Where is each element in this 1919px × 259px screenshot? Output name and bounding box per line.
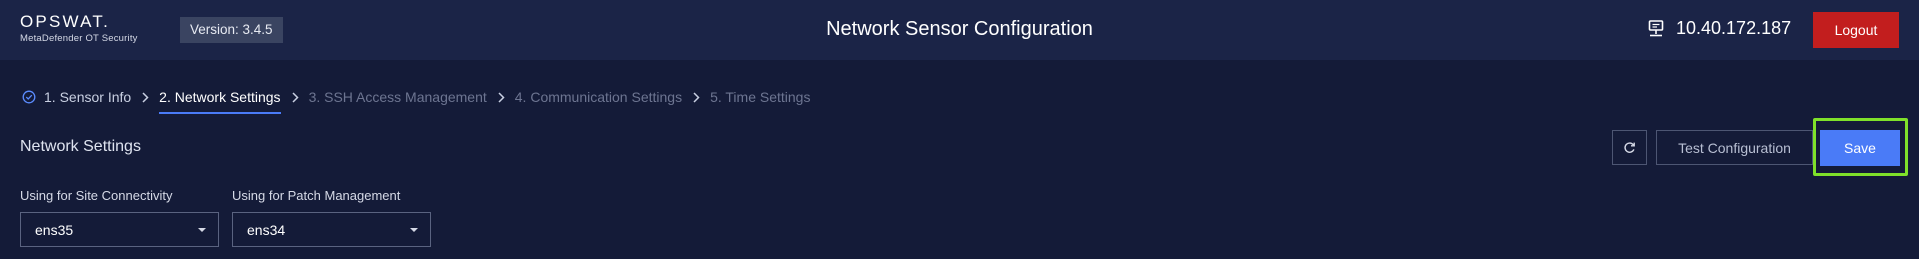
chevron-right-icon bbox=[142, 91, 149, 103]
ip-display: 10.40.172.187 bbox=[1648, 18, 1791, 39]
save-button[interactable]: Save bbox=[1820, 130, 1900, 166]
patch-management-select[interactable]: ens34 bbox=[232, 212, 431, 247]
step-time-settings[interactable]: 5. Time Settings bbox=[710, 84, 810, 110]
chevron-right-icon bbox=[292, 91, 299, 103]
step-communication-settings[interactable]: 4. Communication Settings bbox=[515, 84, 682, 110]
step-network-settings[interactable]: 2. Network Settings bbox=[159, 84, 281, 114]
select-value: ens34 bbox=[247, 221, 286, 238]
step-ssh-access-management[interactable]: 3. SSH Access Management bbox=[309, 84, 487, 110]
step-label: 3. SSH Access Management bbox=[308, 89, 487, 105]
chevron-right-icon bbox=[498, 91, 505, 103]
step-label: 2. Network Settings bbox=[159, 89, 281, 105]
check-circle-icon bbox=[22, 90, 36, 104]
test-configuration-button[interactable]: Test Configuration bbox=[1656, 130, 1813, 165]
select-value: ens35 bbox=[35, 221, 74, 238]
caret-down-icon bbox=[410, 228, 418, 232]
logo-product-name: MetaDefender OT Security bbox=[20, 33, 138, 44]
logo-wordmark: OPSWAT. bbox=[20, 12, 111, 31]
monitor-network-icon bbox=[1648, 19, 1664, 36]
section-title: Network Settings bbox=[20, 138, 141, 155]
caret-down-icon bbox=[198, 228, 206, 232]
step-label: 5. Time Settings bbox=[710, 89, 811, 105]
logout-button[interactable]: Logout bbox=[1813, 12, 1899, 48]
top-header: OPSWAT. MetaDefender OT Security Version… bbox=[0, 0, 1919, 60]
chevron-right-icon bbox=[693, 91, 700, 103]
site-connectivity-label: Using for Site Connectivity bbox=[20, 188, 173, 203]
step-label: 4. Communication Settings bbox=[514, 89, 683, 105]
page-title: Network Sensor Configuration bbox=[826, 18, 1093, 40]
ip-address: 10.40.172.187 bbox=[1676, 18, 1792, 38]
refresh-icon bbox=[1624, 142, 1635, 153]
stepper: 1. Sensor Info 2. Network Settings 3. SS… bbox=[22, 84, 810, 114]
patch-management-label: Using for Patch Management bbox=[232, 188, 401, 203]
refresh-button[interactable] bbox=[1612, 130, 1647, 165]
step-sensor-info[interactable]: 1. Sensor Info bbox=[22, 84, 131, 110]
step-label: 1. Sensor Info bbox=[44, 89, 132, 105]
version-badge: Version: 3.4.5 bbox=[180, 17, 283, 43]
site-connectivity-select[interactable]: ens35 bbox=[20, 212, 219, 247]
opswat-logo: OPSWAT. MetaDefender OT Security bbox=[20, 12, 138, 45]
